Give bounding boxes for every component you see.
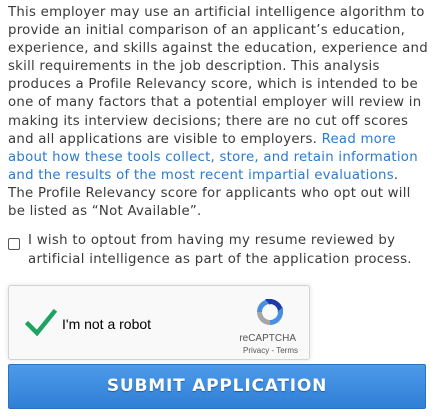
optout-row: I wish to optout from having my resume r… bbox=[8, 232, 428, 269]
privacy-link[interactable]: Privacy bbox=[243, 346, 269, 355]
terms-link[interactable]: Terms bbox=[276, 346, 298, 355]
recaptcha-widget: I'm not a robot reCAPTCHA Privacy - Term… bbox=[8, 285, 310, 360]
disclaimer-text: This employer may use an artificial inte… bbox=[8, 5, 428, 147]
checkmark-icon[interactable] bbox=[25, 308, 57, 338]
ai-disclaimer: This employer may use an artificial inte… bbox=[8, 4, 428, 221]
not-a-robot-label: I'm not a robot bbox=[62, 316, 152, 332]
optout-checkbox[interactable] bbox=[8, 238, 20, 250]
application-footer: This employer may use an artificial inte… bbox=[0, 0, 434, 418]
submit-application-button[interactable]: SUBMIT APPLICATION bbox=[8, 364, 426, 409]
recaptcha-links: Privacy - Terms bbox=[243, 346, 298, 355]
recaptcha-brand: reCAPTCHA bbox=[239, 333, 296, 344]
recaptcha-logo-icon bbox=[257, 299, 283, 325]
optout-label[interactable]: I wish to optout from having my resume r… bbox=[28, 232, 428, 269]
